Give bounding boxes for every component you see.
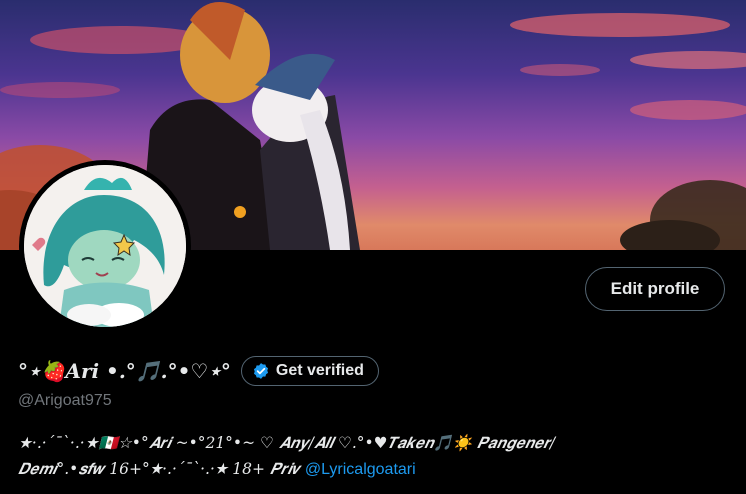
bio-line-2: 𝑫𝒆𝒎𝒊°.•𝒔𝒇𝒘 16+°★·.·´¯`·.·★ 18+ 𝑷𝒓𝒊𝒗 @Lyr…: [18, 456, 718, 483]
display-name: °⋆🍓𝑨𝒓𝒊 •.°🎵.°•♡⋆°: [18, 359, 231, 383]
bio-line-2-text: 𝑫𝒆𝒎𝒊°.•𝒔𝒇𝒘 16+°★·.·´¯`·.·★ 18+ 𝑷𝒓𝒊𝒗: [18, 460, 300, 478]
get-verified-button[interactable]: Get verified: [240, 356, 379, 386]
profile-handle: @Arigoat975: [18, 392, 112, 409]
avatar[interactable]: [19, 160, 191, 332]
get-verified-label: Get verified: [275, 362, 364, 379]
profile-bio: ★·.·´¯`·.·★🇲🇽☆•°𝑨𝒓𝒊 ~•°21°•~ ♡ 𝑨𝒏𝒚/𝑨𝒍𝒍 ♡…: [18, 430, 718, 483]
edit-profile-button[interactable]: Edit profile: [585, 267, 725, 311]
verified-badge-icon: [252, 362, 270, 380]
bio-mention-link[interactable]: @Lyricalgoatari: [305, 461, 416, 478]
avatar-image: [24, 165, 186, 327]
name-row: °⋆🍓𝑨𝒓𝒊 •.°🎵.°•♡⋆° Get verified: [18, 354, 379, 388]
bio-line-1: ★·.·´¯`·.·★🇲🇽☆•°𝑨𝒓𝒊 ~•°21°•~ ♡ 𝑨𝒏𝒚/𝑨𝒍𝒍 ♡…: [18, 434, 556, 452]
